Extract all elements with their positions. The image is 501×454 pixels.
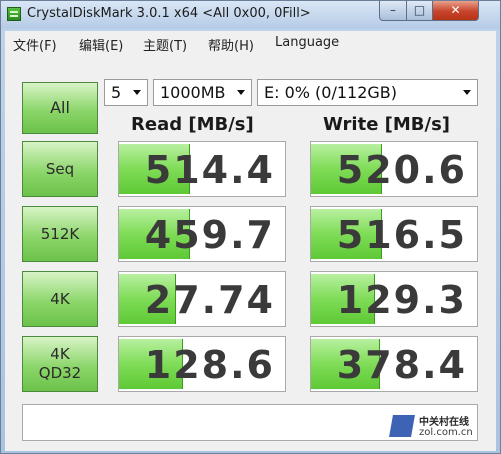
chevron-down-icon	[463, 90, 471, 95]
read-column-header: Read [MB/s]	[131, 114, 254, 135]
row-label-line1: 512K	[40, 224, 80, 243]
512k-test-button[interactable]: 512K	[22, 206, 98, 262]
512k-write-value: 516.5	[336, 213, 467, 257]
title-bar[interactable]: CrystalDiskMark 3.0.1 x64 <All 0x00, 0Fi…	[1, 1, 500, 29]
512k-read-cell: 459.7	[118, 206, 286, 262]
watermark-cn: 中关村在线	[419, 417, 469, 428]
watermark-en: zol.com.cn	[419, 427, 473, 438]
menu-edit[interactable]: 编辑(E)	[79, 35, 123, 54]
4k-qd32-write-cell: 378.4	[310, 336, 478, 392]
row-label-line1: Seq	[45, 159, 75, 178]
runs-value: 5	[111, 83, 122, 102]
drive-select[interactable]: E: 0% (0/112GB)	[257, 79, 478, 106]
seq-read-cell: 514.4	[118, 141, 286, 197]
write-column-header: Write [MB/s]	[323, 114, 451, 135]
close-button[interactable]: ✕	[432, 1, 479, 21]
maximize-button[interactable]: □	[406, 1, 433, 21]
4k-qd32-write-value: 378.4	[336, 343, 467, 387]
4k-qd32-read-cell: 128.6	[118, 336, 286, 392]
4k-read-value: 27.74	[144, 278, 275, 322]
size-select[interactable]: 1000MB	[153, 79, 252, 106]
4k-test-button[interactable]: 4K	[22, 271, 98, 327]
size-value: 1000MB	[160, 83, 226, 102]
seq-write-cell: 520.6	[310, 141, 478, 197]
minimize-button[interactable]: –	[379, 1, 407, 21]
4k-write-cell: 129.3	[310, 271, 478, 327]
4k-qd32-test-button[interactable]: 4K QD32	[22, 336, 98, 392]
seq-write-value: 520.6	[336, 148, 467, 192]
menu-file[interactable]: 文件(F)	[13, 35, 57, 54]
row-label-line1: 4K	[50, 345, 70, 363]
menu-bar: 文件(F) 编辑(E) 主题(T) 帮助(H) Language	[5, 31, 496, 55]
chevron-down-icon	[237, 90, 245, 95]
512k-write-cell: 516.5	[310, 206, 478, 262]
app-window: CrystalDiskMark 3.0.1 x64 <All 0x00, 0Fi…	[0, 0, 501, 454]
zol-logo-icon	[389, 415, 415, 437]
app-icon	[7, 7, 21, 21]
seq-read-value: 514.4	[144, 148, 275, 192]
seq-test-button[interactable]: Seq	[22, 141, 98, 197]
menu-help[interactable]: 帮助(H)	[208, 35, 254, 54]
menu-language[interactable]: Language	[275, 35, 339, 50]
row-label-line1: 4K	[50, 289, 70, 308]
runs-select[interactable]: 5	[104, 79, 148, 106]
window-title: CrystalDiskMark 3.0.1 x64 <All 0x00, 0Fi…	[27, 6, 311, 21]
4k-read-cell: 27.74	[118, 271, 286, 327]
watermark: 中关村在线 zol.com.cn	[389, 409, 491, 445]
512k-read-value: 459.7	[144, 213, 275, 257]
4k-qd32-read-value: 128.6	[144, 343, 275, 387]
4k-write-value: 129.3	[336, 278, 467, 322]
row-label-line2: QD32	[38, 364, 82, 382]
drive-value: E: 0% (0/112GB)	[264, 83, 398, 102]
menu-theme[interactable]: 主题(T)	[143, 35, 187, 54]
all-button[interactable]: All	[22, 82, 98, 134]
chevron-down-icon	[133, 90, 141, 95]
